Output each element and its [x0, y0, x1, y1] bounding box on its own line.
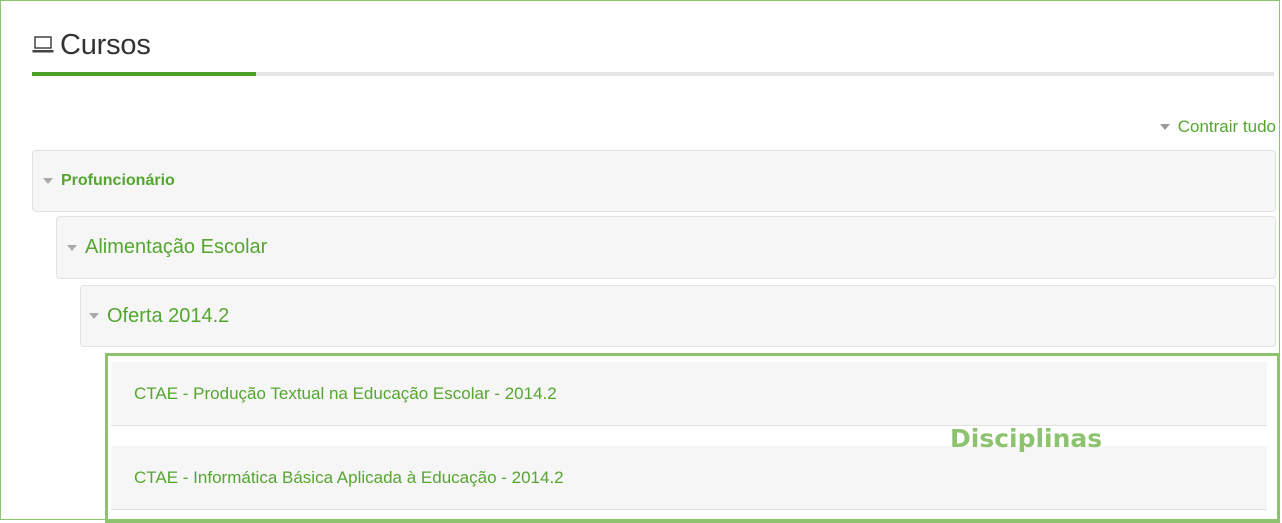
category-label[interactable]: Alimentação Escolar [85, 236, 267, 259]
category-label[interactable]: Profuncionário [61, 172, 175, 190]
page-title: Cursos [60, 28, 151, 61]
triangle-down-icon[interactable] [67, 244, 77, 251]
category-label[interactable]: Oferta 2014.2 [107, 305, 229, 328]
triangle-down-icon[interactable] [89, 313, 99, 319]
triangle-down-icon[interactable] [43, 178, 53, 184]
triangle-down-icon [1159, 124, 1170, 130]
page-header: Cursos [32, 22, 1282, 78]
category-alimentacao-escolar[interactable]: Alimentação Escolar [56, 216, 1276, 279]
collapse-all-link[interactable]: Contrair tudo [1159, 117, 1276, 137]
annotation-label: Disciplinas [950, 424, 1103, 453]
laptop-icon [32, 35, 54, 55]
category-profuncionario[interactable]: Profuncionário [32, 150, 1276, 212]
collapse-all-label: Contrair tudo [1177, 117, 1276, 136]
title-underline-accent [32, 72, 256, 76]
highlight-box [105, 353, 1280, 523]
category-oferta[interactable]: Oferta 2014.2 [80, 285, 1276, 347]
